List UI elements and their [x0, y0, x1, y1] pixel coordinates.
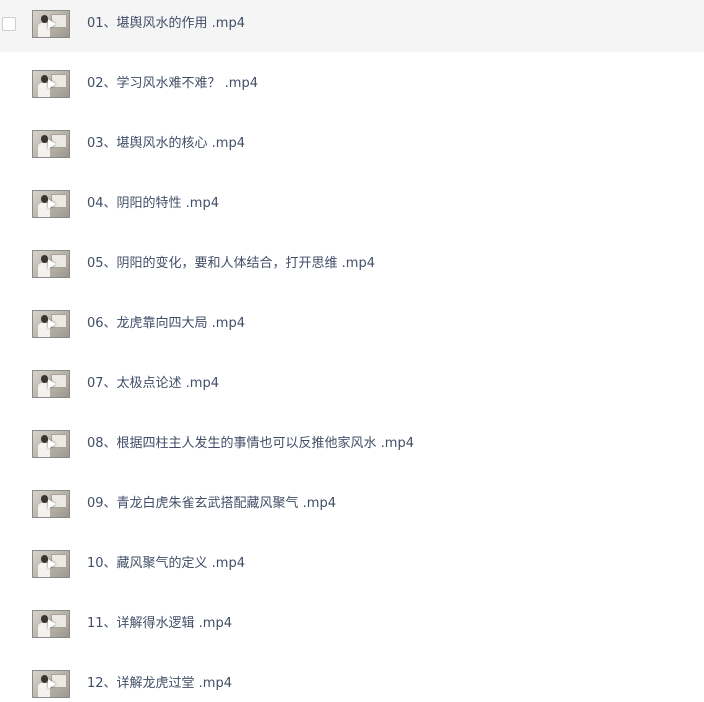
file-row[interactable]: 12、详解龙虎过堂 .mp4: [0, 660, 704, 702]
play-icon: [48, 19, 56, 29]
file-name[interactable]: 06、龙虎靠向四大局 .mp4: [87, 315, 245, 333]
play-icon: [48, 139, 56, 149]
play-icon: [48, 619, 56, 629]
file-name[interactable]: 08、根据四柱主人发生的事情也可以反推他家风水 .mp4: [87, 435, 414, 453]
video-thumbnail-icon[interactable]: [32, 670, 70, 698]
play-icon: [48, 379, 56, 389]
play-icon: [48, 199, 56, 209]
file-name[interactable]: 04、阴阳的特性 .mp4: [87, 195, 219, 213]
video-thumbnail-icon[interactable]: [32, 130, 70, 158]
file-name[interactable]: 03、堪舆风水的核心 .mp4: [87, 135, 245, 153]
presenter-head: [41, 195, 48, 203]
presenter-head: [41, 495, 48, 503]
video-thumbnail-icon[interactable]: [32, 70, 70, 98]
presenter-head: [41, 255, 48, 263]
file-row[interactable]: 06、龙虎靠向四大局 .mp4: [0, 300, 704, 352]
file-row[interactable]: 09、青龙白虎朱雀玄武搭配藏风聚气 .mp4: [0, 480, 704, 532]
file-name[interactable]: 12、详解龙虎过堂 .mp4: [87, 675, 232, 693]
video-thumbnail-icon[interactable]: [32, 250, 70, 278]
presenter-head: [41, 375, 48, 383]
play-icon: [48, 499, 56, 509]
row-checkbox[interactable]: [2, 17, 16, 31]
file-name[interactable]: 09、青龙白虎朱雀玄武搭配藏风聚气 .mp4: [87, 495, 336, 513]
video-thumbnail-icon[interactable]: [32, 550, 70, 578]
file-row[interactable]: 05、阴阳的变化，要和人体结合，打开思维 .mp4: [0, 240, 704, 292]
file-name[interactable]: 10、藏风聚气的定义 .mp4: [87, 555, 245, 573]
play-icon: [48, 259, 56, 269]
file-list: 01、堪舆风水的作用 .mp4 02、学习风水难不难？ .mp4 03、堪舆风水的核…: [0, 0, 704, 702]
play-icon: [48, 559, 56, 569]
file-name[interactable]: 05、阴阳的变化，要和人体结合，打开思维 .mp4: [87, 255, 375, 273]
file-row[interactable]: 08、根据四柱主人发生的事情也可以反推他家风水 .mp4: [0, 420, 704, 472]
play-icon: [48, 319, 56, 329]
file-row[interactable]: 10、藏风聚气的定义 .mp4: [0, 540, 704, 592]
presenter-head: [41, 315, 48, 323]
video-thumbnail-icon[interactable]: [32, 610, 70, 638]
presenter-head: [41, 75, 48, 83]
file-name[interactable]: 01、堪舆风水的作用 .mp4: [87, 15, 245, 33]
presenter-head: [41, 615, 48, 623]
presenter-head: [41, 15, 48, 23]
play-icon: [48, 679, 56, 689]
file-name[interactable]: 11、详解得水逻辑 .mp4: [87, 615, 232, 633]
video-thumbnail-icon[interactable]: [32, 10, 70, 38]
file-row[interactable]: 07、太极点论述 .mp4: [0, 360, 704, 412]
file-row[interactable]: 01、堪舆风水的作用 .mp4: [0, 0, 704, 52]
file-name[interactable]: 07、太极点论述 .mp4: [87, 375, 219, 393]
video-thumbnail-icon[interactable]: [32, 430, 70, 458]
file-row[interactable]: 04、阴阳的特性 .mp4: [0, 180, 704, 232]
play-icon: [48, 79, 56, 89]
video-thumbnail-icon[interactable]: [32, 310, 70, 338]
presenter-head: [41, 135, 48, 143]
video-thumbnail-icon[interactable]: [32, 370, 70, 398]
presenter-head: [41, 555, 48, 563]
presenter-head: [41, 435, 48, 443]
video-thumbnail-icon[interactable]: [32, 190, 70, 218]
file-row[interactable]: 03、堪舆风水的核心 .mp4: [0, 120, 704, 172]
file-row[interactable]: 11、详解得水逻辑 .mp4: [0, 600, 704, 652]
presenter-head: [41, 675, 48, 683]
video-thumbnail-icon[interactable]: [32, 490, 70, 518]
file-name[interactable]: 02、学习风水难不难？ .mp4: [87, 75, 258, 93]
file-row[interactable]: 02、学习风水难不难？ .mp4: [0, 60, 704, 112]
play-icon: [48, 439, 56, 449]
